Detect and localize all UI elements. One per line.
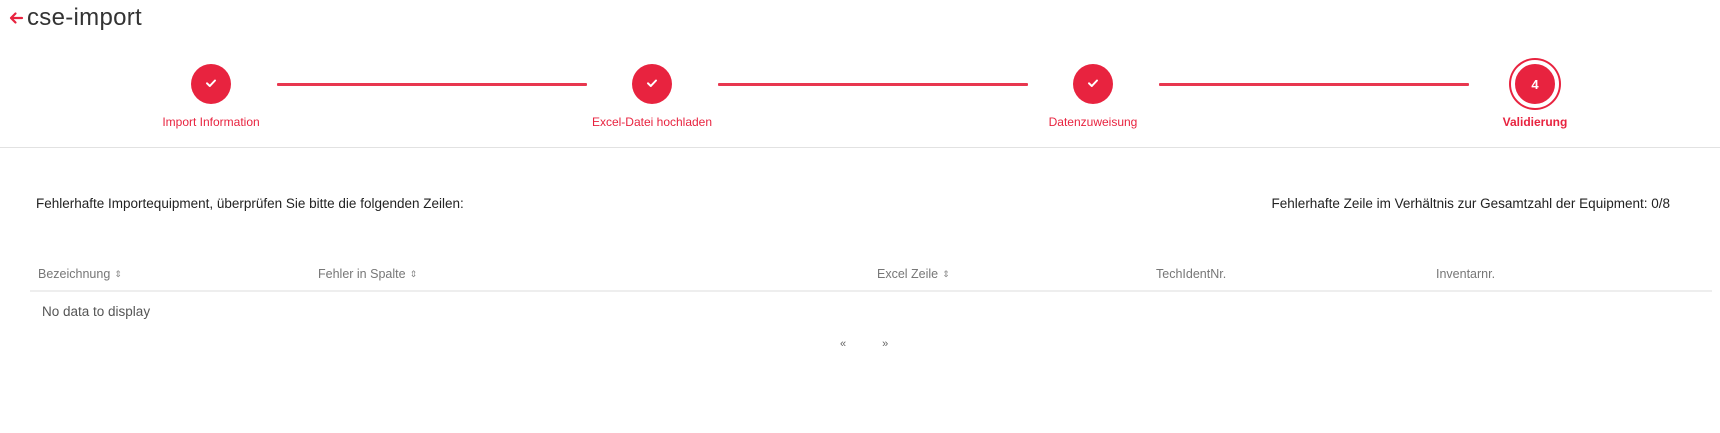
column-label: Inventarnr. [1436,267,1496,281]
step-excel-upload[interactable]: Excel-Datei hochladen [532,56,772,129]
column-label: Bezeichnung [38,267,111,281]
check-icon [204,76,218,93]
check-icon [1086,76,1100,93]
step-label: Import Information [162,115,260,129]
pagination: « » [840,338,888,350]
step-active-circle[interactable]: 4 [1511,60,1559,108]
column-header-bezeichnung[interactable]: Bezeichnung ⇕ [38,267,122,281]
step-data-mapping[interactable]: Datenzuweisung [973,56,1213,129]
step-label: Excel-Datei hochladen [591,115,713,129]
check-icon [645,76,659,93]
column-label: TechIdentNr. [1156,267,1227,281]
column-header-techidentnr[interactable]: TechIdentNr. [1156,267,1226,281]
sort-icon[interactable]: ⇕ [114,269,122,279]
import-stepper: Import Information Excel-Datei hochladen [0,56,1720,136]
header: cse-import [8,2,142,34]
step-number: 4 [1531,76,1539,92]
step-import-information[interactable]: Import Information [91,56,331,129]
table-header: Bezeichnung ⇕ Fehler in Spalte ⇕ Excel Z… [30,262,1712,292]
step-validation[interactable]: 4 Validierung [1415,56,1655,129]
step-label: Validierung [1502,115,1568,129]
error-info-text: Fehlerhafte Importequipment, überprüfen … [36,196,464,211]
validation-table: Bezeichnung ⇕ Fehler in Spalte ⇕ Excel Z… [30,262,1712,319]
step-done-circle[interactable] [1073,64,1113,104]
sort-icon[interactable]: ⇕ [942,269,950,279]
arrow-left-icon[interactable] [8,10,24,26]
sort-icon[interactable]: ⇕ [410,269,418,279]
column-header-inventarnr[interactable]: Inventarnr. [1436,267,1495,281]
empty-table-message: No data to display [42,304,151,319]
pager-prev-button[interactable]: « [840,338,846,350]
column-header-fehler-in-spalte[interactable]: Fehler in Spalte ⇕ [318,267,417,281]
column-header-excel-zeile[interactable]: Excel Zeile ⇕ [877,267,950,281]
page: cse-import Import Information Excel-Date… [0,0,1720,433]
divider [0,147,1720,148]
pager-next-button[interactable]: » [882,338,888,350]
page-title: cse-import [27,4,143,31]
step-label: Datenzuweisung [1048,115,1138,129]
step-done-circle[interactable] [191,64,231,104]
column-label: Excel Zeile [877,267,939,281]
column-label: Fehler in Spalte [318,267,406,281]
error-ratio-text: Fehlerhafte Zeile im Verhältnis zur Gesa… [1271,196,1670,211]
step-done-circle[interactable] [632,64,672,104]
